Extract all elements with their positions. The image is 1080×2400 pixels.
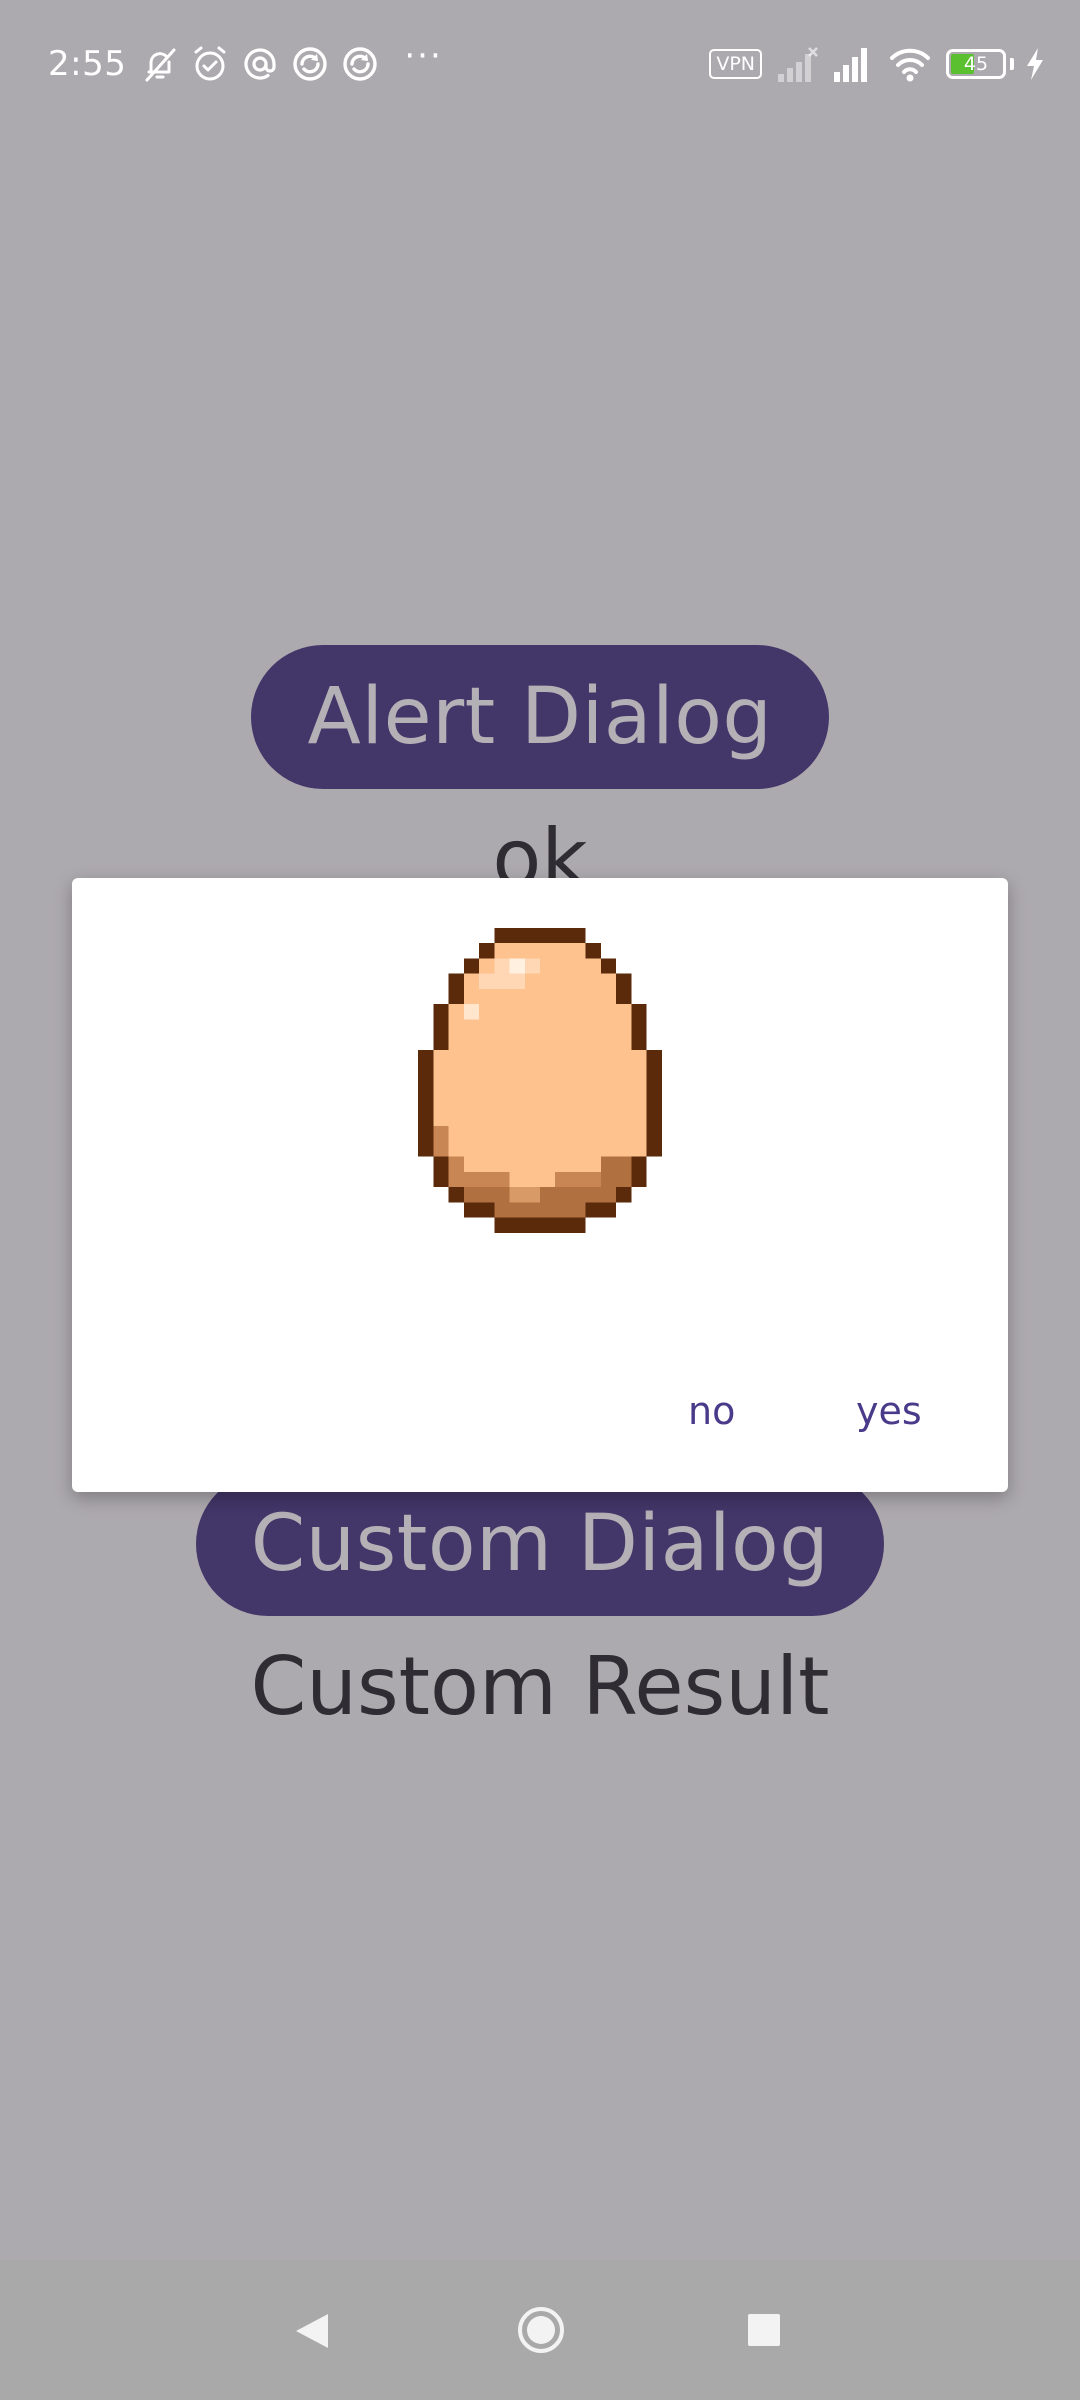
at-sign-icon	[240, 44, 280, 84]
custom-result-text: Custom Result	[250, 1640, 830, 1733]
back-icon[interactable]	[292, 2310, 332, 2352]
signal-weak-icon	[778, 47, 818, 82]
navigation-bar	[0, 2260, 1080, 2400]
battery-nub	[1010, 58, 1014, 70]
battery-level: 45	[963, 53, 989, 75]
overflow-dots-icon: ···	[404, 36, 443, 76]
custom-dialog-button-label: Custom Dialog	[250, 1499, 830, 1589]
sync-icon	[340, 44, 380, 84]
alert-dialog-button[interactable]: Alert Dialog	[251, 645, 829, 789]
egg-image	[418, 928, 662, 1248]
no-button[interactable]: no	[688, 1386, 735, 1436]
recents-icon[interactable]	[746, 2312, 782, 2348]
status-right: VPN 45	[709, 40, 1046, 88]
custom-dialog-button[interactable]: Custom Dialog	[196, 1472, 884, 1616]
status-bar: 2:55 ··· VPN 45	[0, 0, 1080, 128]
sync-icon	[290, 44, 330, 84]
battery-icon: 45	[946, 49, 1006, 79]
custom-dialog: no yes	[72, 878, 1008, 1492]
alert-dialog-button-label: Alert Dialog	[307, 672, 773, 762]
status-left: 2:55 ···	[48, 38, 443, 90]
alarm-icon	[190, 44, 230, 84]
bell-off-icon	[140, 44, 180, 84]
yes-button[interactable]: yes	[856, 1386, 922, 1436]
charging-bolt-icon	[1027, 48, 1043, 80]
vpn-badge: VPN	[709, 49, 762, 79]
status-time: 2:55	[48, 44, 127, 84]
wifi-icon	[890, 48, 930, 82]
home-icon[interactable]	[516, 2302, 566, 2358]
signal-strong-icon	[834, 48, 867, 82]
